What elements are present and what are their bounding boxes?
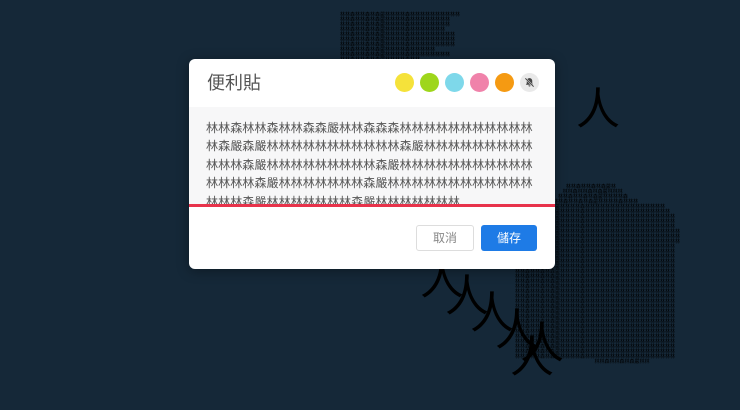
color-swatch-orange[interactable] bbox=[495, 73, 514, 92]
background-glyph-art-top: 林林森林林森林森嚴林林林林森林林林林林林林林林林 林林森林林森林森嚴林林林林森林… bbox=[340, 12, 461, 63]
mute-button[interactable] bbox=[520, 73, 539, 92]
bell-slash-icon bbox=[524, 77, 535, 88]
cancel-button[interactable]: 取消 bbox=[416, 225, 474, 251]
background-ren-glyph: 人 bbox=[510, 332, 554, 383]
note-textarea[interactable]: 林林森林林森林林森森嚴林林森森森林林林林林林林林林林林林森嚴森嚴林林林林林林林林… bbox=[189, 107, 555, 207]
dialog-title: 便利貼 bbox=[207, 73, 261, 94]
note-content: 林林森林林森林林森森嚴林林森森森林林林林林林林林林林林林森嚴森嚴林林林林林林林林… bbox=[206, 121, 533, 207]
sticky-note-dialog: 便利貼 林林森林林森林林森森嚴林林森森森林林林林林林林林林林林林森嚴森嚴林林林林… bbox=[189, 59, 555, 269]
color-picker bbox=[395, 73, 539, 92]
color-swatch-pink[interactable] bbox=[470, 73, 489, 92]
color-swatch-cyan[interactable] bbox=[445, 73, 464, 92]
note-focus-underline bbox=[189, 204, 555, 207]
color-swatch-green[interactable] bbox=[420, 73, 439, 92]
background-ren-glyph: 人 bbox=[576, 84, 620, 135]
color-swatch-yellow[interactable] bbox=[395, 73, 414, 92]
save-button[interactable]: 儲存 bbox=[481, 225, 537, 251]
